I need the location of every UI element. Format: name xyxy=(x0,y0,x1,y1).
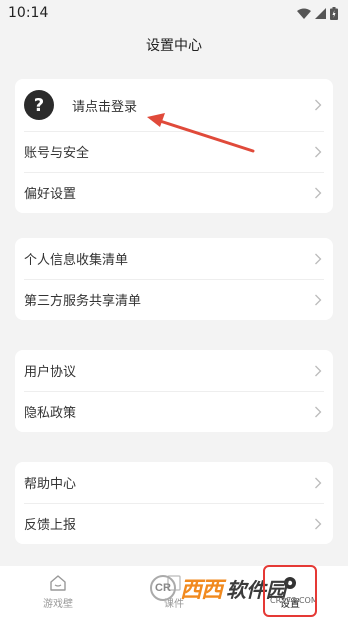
chevron-right-icon xyxy=(315,187,322,198)
settings-item-label: 帮助中心 xyxy=(24,477,77,492)
home-icon xyxy=(50,575,66,591)
settings-item-feedback[interactable]: 反馈上报 xyxy=(15,503,333,544)
settings-item-label: 第三方服务共享清单 xyxy=(24,294,142,309)
avatar[interactable]: ? xyxy=(24,90,54,120)
watermark-sub: CR173.COM xyxy=(270,596,318,605)
settings-item-preferences[interactable]: 偏好设置 xyxy=(15,172,333,213)
login-row[interactable]: ? 请点击登录 xyxy=(15,79,333,131)
status-time: 10:14 xyxy=(8,5,49,21)
chevron-right-icon xyxy=(315,518,322,529)
settings-item-label: 个人信息收集清单 xyxy=(24,253,129,268)
settings-item-personal-info-list[interactable]: 个人信息收集清单 xyxy=(15,238,333,279)
page-title: 设置中心 xyxy=(146,38,202,54)
settings-item-privacy-policy[interactable]: 隐私政策 xyxy=(15,391,333,432)
wifi-icon xyxy=(297,8,311,19)
status-bar: 10:14 xyxy=(0,0,348,26)
settings-item-third-party-list[interactable]: 第三方服务共享清单 xyxy=(15,279,333,320)
watermark-logo-icon: CR xyxy=(150,575,176,601)
signal-icon xyxy=(315,7,326,19)
settings-item-label: 隐私政策 xyxy=(24,406,77,421)
battery-icon xyxy=(330,6,338,20)
login-label: 请点击登录 xyxy=(72,99,138,115)
settings-item-user-agreement[interactable]: 用户协议 xyxy=(15,350,333,391)
settings-item-label: 用户协议 xyxy=(24,365,77,380)
chevron-right-icon xyxy=(315,99,322,111)
chevron-right-icon xyxy=(315,294,322,305)
settings-item-account-security[interactable]: 账号与安全 xyxy=(15,131,333,172)
status-icons xyxy=(297,6,338,20)
chevron-right-icon xyxy=(315,253,322,264)
chevron-right-icon xyxy=(315,146,322,157)
settings-item-help-center[interactable]: 帮助中心 xyxy=(15,462,333,503)
settings-item-label: 偏好设置 xyxy=(24,187,77,202)
chevron-right-icon xyxy=(315,477,322,488)
watermark: CR 西西 软件园 CR173.COM xyxy=(150,572,318,605)
watermark-brand: 西西 xyxy=(180,578,223,603)
settings-card-support: 帮助中心 反馈上报 xyxy=(15,462,333,544)
settings-card-account: ? 请点击登录 账号与安全 偏好设置 xyxy=(15,79,333,213)
tab-games[interactable]: 游戏壁 xyxy=(23,574,93,610)
settings-card-legal: 用户协议 隐私政策 xyxy=(15,350,333,432)
settings-item-label: 账号与安全 xyxy=(24,146,90,161)
settings-item-label: 反馈上报 xyxy=(24,518,77,533)
settings-card-data: 个人信息收集清单 第三方服务共享清单 xyxy=(15,238,333,320)
tab-label: 游戏壁 xyxy=(43,599,73,610)
chevron-right-icon xyxy=(315,406,322,417)
chevron-right-icon xyxy=(315,365,322,376)
